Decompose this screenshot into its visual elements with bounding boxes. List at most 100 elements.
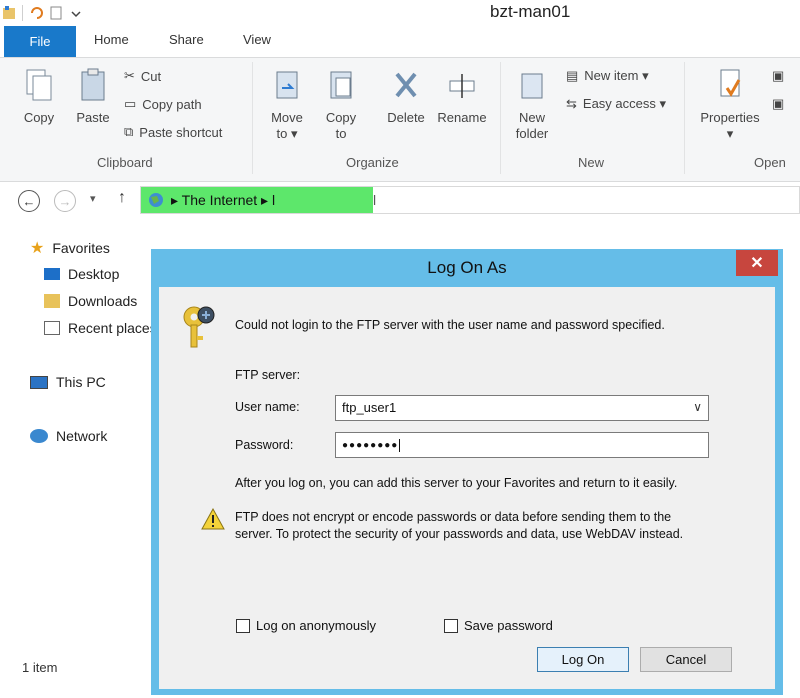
anonymous-checkbox-box[interactable] bbox=[236, 618, 250, 633]
close-button[interactable]: ✕ bbox=[736, 250, 778, 276]
downloads-folder-icon bbox=[44, 294, 60, 308]
properties-button[interactable]: Properties ▾ bbox=[692, 66, 768, 142]
ftp-server-label: FTP server: bbox=[235, 368, 301, 382]
move-to-icon bbox=[276, 71, 298, 99]
nav-desktop[interactable]: Desktop bbox=[44, 266, 119, 282]
cut-button[interactable]: ✂ Cut bbox=[124, 68, 161, 84]
delete-label: Delete bbox=[387, 110, 425, 125]
nav-this-pc[interactable]: This PC bbox=[30, 374, 106, 390]
edit-small-icon[interactable]: ▣ bbox=[772, 96, 784, 112]
properties-small-icon[interactable] bbox=[49, 5, 63, 21]
nav-favorites-label: Favorites bbox=[52, 240, 110, 256]
new-folder-button[interactable]: New folder bbox=[510, 66, 554, 142]
warning-line-2: server. To protect the security of your … bbox=[235, 527, 684, 541]
new-item-button[interactable]: ▤ New item ▾ bbox=[566, 68, 649, 84]
anonymous-checkbox[interactable]: Log on anonymously bbox=[236, 618, 376, 633]
computer-icon bbox=[30, 375, 48, 389]
rename-icon bbox=[449, 74, 475, 98]
paste-icon bbox=[81, 68, 105, 101]
new-folder-label-2: folder bbox=[515, 126, 549, 141]
network-icon bbox=[30, 429, 48, 443]
info-message: After you log on, you can add this serve… bbox=[235, 476, 678, 490]
save-password-checkbox-box[interactable] bbox=[444, 618, 458, 633]
nav-recent-label: Recent places bbox=[68, 320, 157, 336]
copy-icon bbox=[26, 69, 52, 101]
move-to-label-1: Move bbox=[271, 110, 303, 125]
scissors-icon: ✂ bbox=[124, 68, 135, 83]
tab-view[interactable]: View bbox=[243, 32, 271, 47]
copy-to-button[interactable]: Copy to bbox=[320, 66, 362, 142]
user-name-value: ftp_user1 bbox=[342, 400, 397, 415]
tab-share[interactable]: Share bbox=[169, 32, 204, 47]
delete-button[interactable]: Delete bbox=[382, 66, 430, 126]
undo-icon[interactable] bbox=[29, 5, 43, 21]
desktop-icon bbox=[44, 268, 60, 280]
back-arrow-icon[interactable]: ← bbox=[18, 190, 40, 212]
copy-path-button[interactable]: ▭ Copy path bbox=[124, 96, 202, 112]
new-item-label: New item ▾ bbox=[584, 68, 649, 83]
text-cursor bbox=[399, 439, 401, 452]
copy-path-icon: ▭ bbox=[124, 96, 137, 111]
organize-group-label: Organize bbox=[346, 155, 399, 170]
warning-line-1: FTP does not encrypt or encode passwords… bbox=[235, 510, 672, 524]
cancel-button[interactable]: Cancel bbox=[640, 647, 732, 672]
recent-places-icon bbox=[44, 321, 60, 335]
password-field[interactable]: ●●●●●●●● bbox=[335, 432, 709, 458]
copy-path-label: Copy path bbox=[142, 96, 202, 112]
paste-shortcut-label: Paste shortcut bbox=[139, 124, 223, 140]
easy-access-button[interactable]: ⇆ Easy access ▾ bbox=[566, 96, 666, 112]
star-icon: ★ bbox=[30, 240, 45, 257]
customize-chevron-icon[interactable] bbox=[69, 5, 83, 21]
ribbon: Copy Paste ✂ Cut ▭ Copy path ⧉ Paste shortc… bbox=[0, 58, 800, 182]
address-bar[interactable]: ▸ The Internet ▸ l l bbox=[140, 186, 800, 214]
tab-home[interactable]: Home bbox=[94, 32, 129, 47]
error-message: Could not login to the FTP server with t… bbox=[235, 318, 665, 332]
title-bar: bzt-man01 bbox=[0, 0, 800, 26]
nav-downloads[interactable]: Downloads bbox=[44, 293, 137, 309]
save-password-checkbox[interactable]: Save password bbox=[444, 618, 553, 633]
nav-network-label: Network bbox=[56, 428, 108, 444]
forward-arrow-icon[interactable]: → bbox=[54, 190, 76, 212]
nav-this-pc-label: This PC bbox=[56, 374, 106, 390]
address-path: ▸ The Internet ▸ l bbox=[171, 192, 276, 208]
copy-label: Copy bbox=[23, 110, 55, 125]
properties-chevron-icon: ▾ bbox=[726, 126, 734, 141]
warning-icon bbox=[201, 508, 225, 530]
anonymous-checkbox-label: Log on anonymously bbox=[256, 618, 376, 633]
user-name-field[interactable]: ftp_user1 ∨ bbox=[335, 395, 709, 421]
nav-downloads-label: Downloads bbox=[68, 293, 138, 309]
paste-shortcut-button[interactable]: ⧉ Paste shortcut bbox=[124, 124, 222, 140]
status-item-count: 1 item bbox=[22, 660, 58, 675]
internet-globe-icon bbox=[149, 193, 163, 207]
explorer-icon[interactable] bbox=[2, 5, 16, 21]
nav-favorites[interactable]: ★ Favorites bbox=[30, 238, 110, 258]
paste-button[interactable]: Paste bbox=[72, 66, 114, 126]
password-value: ●●●●●●●● bbox=[342, 440, 399, 452]
nav-network[interactable]: Network bbox=[30, 428, 107, 444]
up-arrow-icon[interactable]: ↑ bbox=[118, 189, 126, 207]
user-name-label: User name: bbox=[235, 400, 300, 414]
log-on-button[interactable]: Log On bbox=[537, 647, 629, 672]
window-title: bzt-man01 bbox=[490, 2, 571, 21]
dialog-body: Could not login to the FTP server with t… bbox=[159, 287, 775, 689]
recent-locations-chevron-icon[interactable]: ▾ bbox=[90, 192, 96, 205]
easy-access-label: Easy access ▾ bbox=[582, 96, 667, 111]
log-on-as-dialog: Log On As ✕ Could not login to the FTP s… bbox=[151, 249, 783, 695]
group-divider bbox=[252, 62, 253, 174]
group-divider bbox=[500, 62, 501, 174]
open-small-icon[interactable]: ▣ bbox=[772, 68, 784, 84]
paste-label: Paste bbox=[76, 110, 110, 125]
ribbon-tabs: File Home Share View bbox=[0, 26, 800, 58]
new-folder-icon bbox=[521, 73, 543, 99]
key-icon bbox=[183, 306, 215, 348]
move-to-button[interactable]: Move to ▾ bbox=[266, 66, 308, 142]
properties-label: Properties bbox=[700, 110, 760, 125]
nav-recent[interactable]: Recent places bbox=[44, 320, 157, 336]
tab-file[interactable]: File bbox=[4, 26, 76, 57]
clipboard-group-label: Clipboard bbox=[97, 155, 153, 170]
copy-button[interactable]: Copy bbox=[18, 66, 60, 126]
rename-button[interactable]: Rename bbox=[434, 66, 490, 126]
dialog-title: Log On As bbox=[427, 258, 507, 277]
chevron-down-icon[interactable]: ∨ bbox=[693, 400, 702, 414]
copy-to-label-2: to bbox=[335, 126, 347, 141]
